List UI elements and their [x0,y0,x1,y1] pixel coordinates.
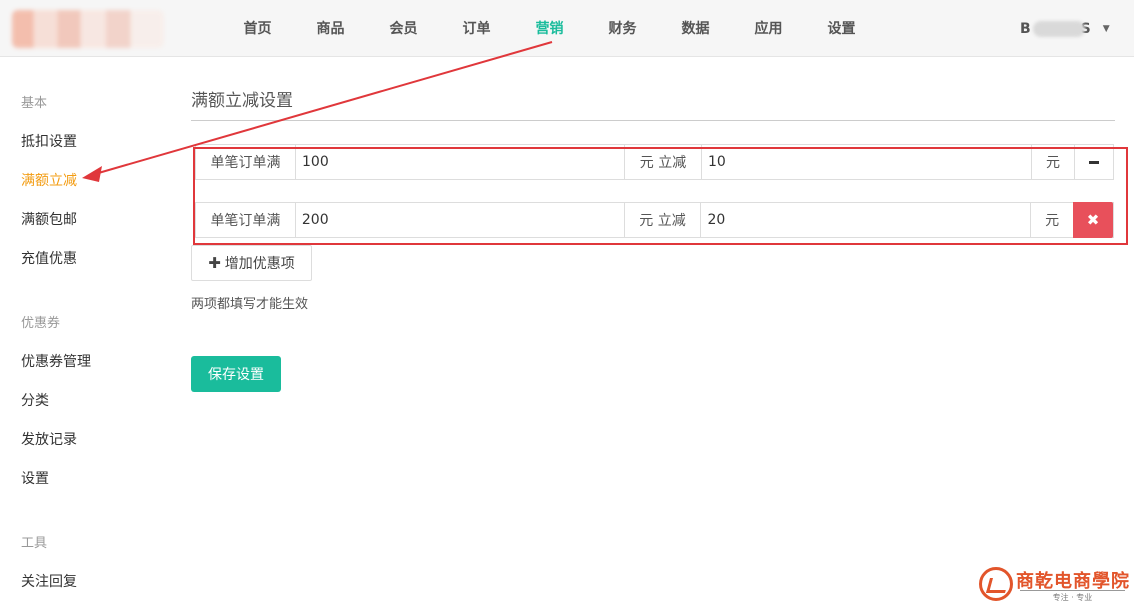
watermark-logo: 商乾电商學院 专注 · 专业 [976,565,1130,605]
nav-item-home[interactable]: 首页 [221,0,294,57]
sidebar-group-tools: 工具 [21,536,48,551]
annotation-arrow [82,41,553,182]
sidebar-group-basic: 基本 [21,96,48,111]
add-discount-item-label: 增加优惠项 [224,256,295,272]
sidebar-item-issue-records[interactable]: 发放记录 [21,429,77,449]
caret-down-icon[interactable]: ▼ [1103,24,1110,34]
sidebar-item-recharge-offer[interactable]: 充值优惠 [21,248,77,268]
sidebar-item-category[interactable]: 分类 [21,390,49,410]
sidebar-item-follow-reply[interactable]: 关注回复 [21,571,77,591]
sidebar-item-coupon-settings[interactable]: 设置 [21,468,49,488]
nav-item-orders[interactable]: 订单 [440,0,513,57]
nav-item-finance[interactable]: 财务 [586,0,659,57]
sidebar-item-deduction-settings[interactable]: 抵扣设置 [21,131,77,151]
nav-item-members[interactable]: 会员 [367,0,440,57]
sidebar-item-full-reduction[interactable]: 满额立减 [21,170,77,190]
sidebar-item-coupon-management[interactable]: 优惠券管理 [21,351,91,371]
save-settings-button[interactable]: 保存设置 [191,356,281,392]
user-name-initial: B [1020,21,1031,37]
plus-icon: ✚ [208,254,221,272]
help-text: 两项都填写才能生效 [191,297,309,312]
page-title: 满额立减设置 [191,91,293,111]
annotation-arrow-head [82,166,102,182]
top-navbar: 首页 商品 会员 订单 营销 财务 数据 应用 设置 B S ▼ [0,0,1134,57]
annotation-highlight-box [193,147,1128,245]
nav-item-apps[interactable]: 应用 [732,0,805,57]
add-discount-item-button[interactable]: ✚ 增加优惠项 [191,245,312,281]
seal-icon [979,567,1013,601]
user-name-blurred [1032,21,1085,37]
nav-item-marketing[interactable]: 营销 [513,0,586,57]
nav-item-data[interactable]: 数据 [659,0,732,57]
logo[interactable] [12,10,164,48]
nav-item-settings[interactable]: 设置 [805,0,878,57]
user-menu[interactable]: B S ▼ [1020,20,1110,38]
title-divider [191,120,1115,121]
nav-item-products[interactable]: 商品 [294,0,367,57]
watermark-subtitle: 专注 · 专业 [1020,590,1125,603]
main-nav: 首页 商品 会员 订单 营销 财务 数据 应用 设置 [221,0,878,57]
sidebar-item-free-shipping[interactable]: 满额包邮 [21,209,77,229]
sidebar-group-coupons: 优惠券 [21,316,61,331]
